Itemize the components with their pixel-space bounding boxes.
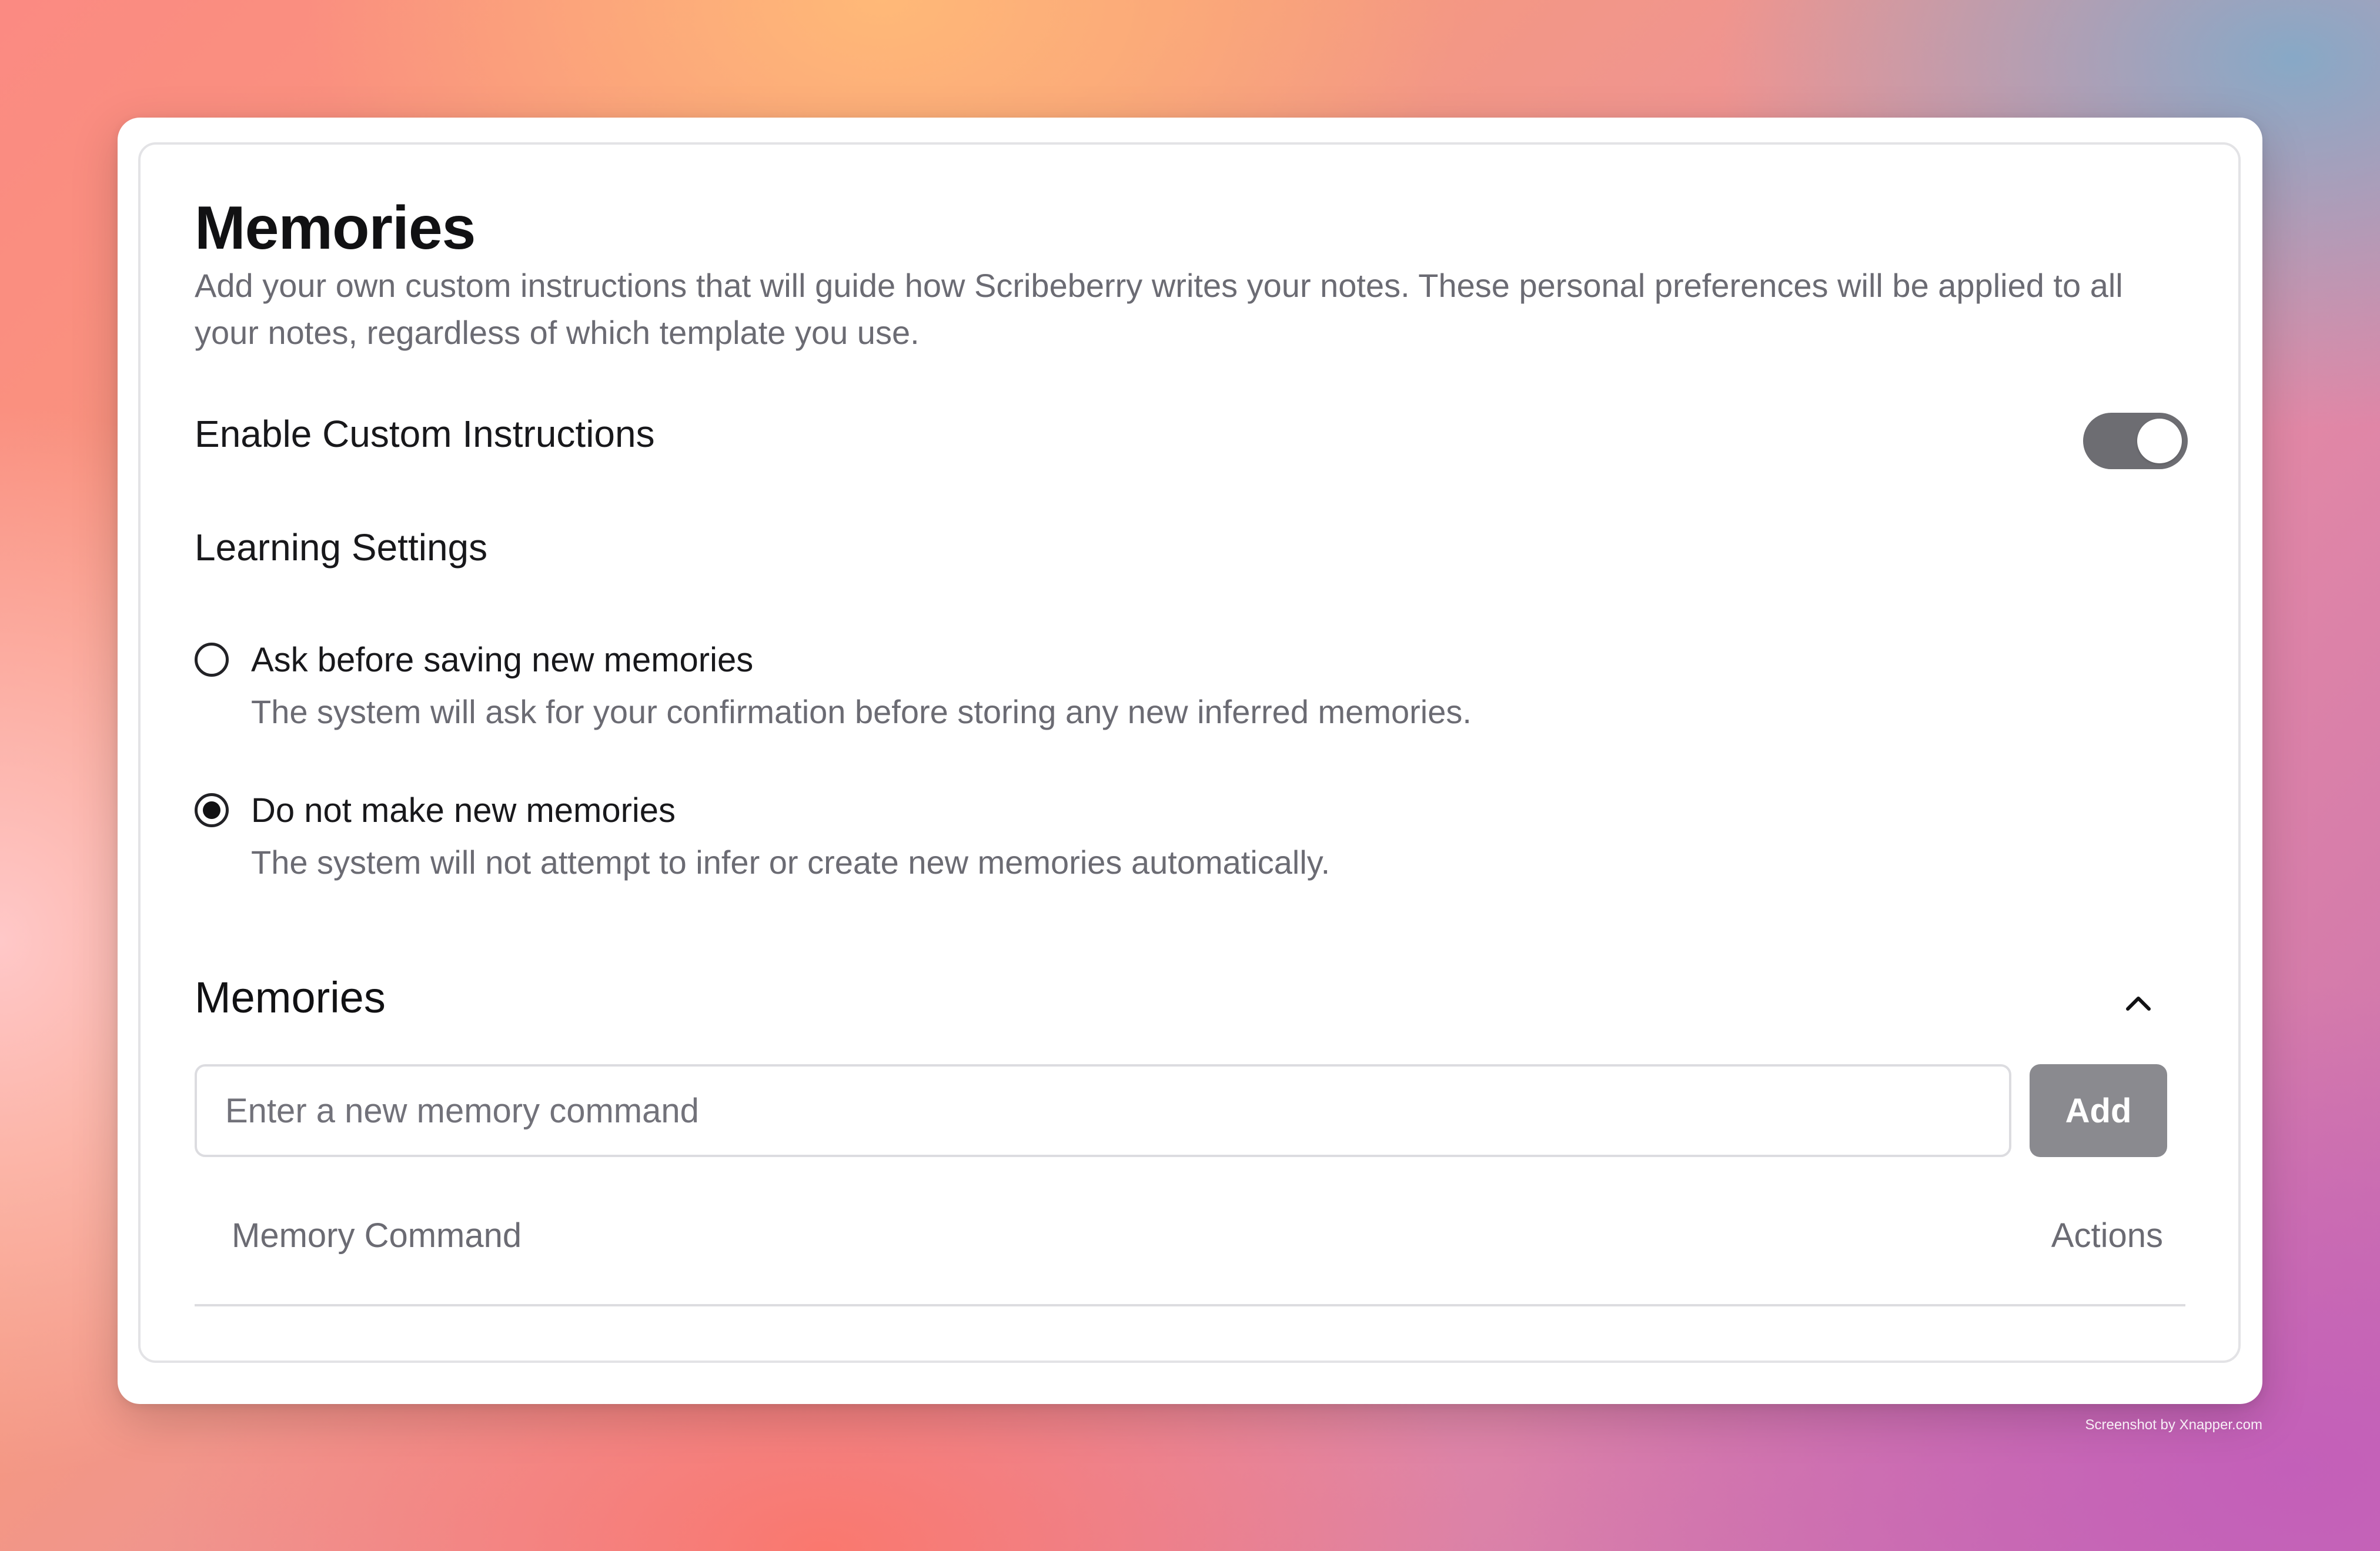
app-window: Memories Add your own custom instruction… (118, 118, 2262, 1404)
chevron-up-icon[interactable] (2121, 991, 2156, 1015)
memory-command-input[interactable] (195, 1064, 2011, 1157)
radio-ask-before-saving[interactable] (195, 643, 229, 677)
option-ask-before-saving-description: The system will ask for your confirmatio… (251, 693, 1472, 730)
page-description: Add your own custom instructions that wi… (195, 267, 2123, 351)
page-title: Memories (195, 194, 476, 262)
option-do-not-make-memories-description: The system will not attempt to infer or … (251, 844, 1331, 881)
custom-instructions-toggle[interactable] (2083, 413, 2188, 469)
memories-settings-card: Memories Add your own custom instruction… (138, 142, 2241, 1363)
learning-settings-heading: Learning Settings (195, 526, 488, 569)
option-do-not-make-memories-title[interactable]: Do not make new memories (251, 791, 676, 830)
table-divider (195, 1304, 2185, 1306)
custom-instructions-label: Enable Custom Instructions (195, 413, 655, 455)
add-memory-button[interactable]: Add (2030, 1064, 2167, 1157)
watermark: Screenshot by Xnapper.com (2085, 1417, 2262, 1433)
toggle-knob (2137, 419, 2182, 463)
memories-section-title: Memories (195, 973, 386, 1022)
radio-do-not-make-memories[interactable] (195, 793, 229, 827)
column-header-memory-command: Memory Command (232, 1216, 522, 1255)
column-header-actions: Actions (2051, 1216, 2163, 1255)
option-ask-before-saving-title[interactable]: Ask before saving new memories (251, 640, 753, 680)
